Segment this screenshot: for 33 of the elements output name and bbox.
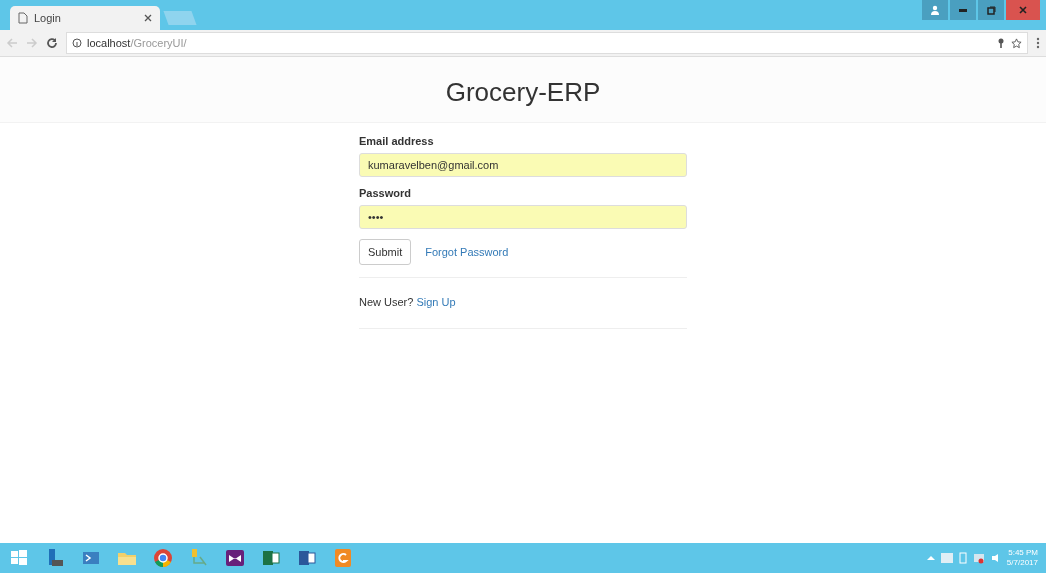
info-icon xyxy=(72,38,82,48)
app-logo-icon[interactable] xyxy=(332,547,354,569)
new-user-text: New User? Sign Up xyxy=(359,278,687,329)
person-icon xyxy=(930,5,940,15)
minimize-icon xyxy=(959,8,967,12)
restore-icon xyxy=(986,5,996,15)
profile-button[interactable] xyxy=(922,0,948,20)
password-field[interactable]: •••• xyxy=(359,205,687,229)
address-bar[interactable]: localhost/GroceryUI/ xyxy=(66,32,1028,54)
caret-icon[interactable] xyxy=(926,555,935,561)
menu-icon[interactable] xyxy=(1036,37,1040,49)
sign-up-link[interactable]: Sign Up xyxy=(416,296,456,308)
forgot-password-link[interactable]: Forgot Password xyxy=(425,246,509,258)
page-icon xyxy=(18,12,28,24)
battery-icon[interactable] xyxy=(958,552,967,564)
close-icon xyxy=(1019,6,1027,14)
field-label: Email address xyxy=(359,135,435,147)
speaker-icon[interactable] xyxy=(990,553,1001,563)
submit-button[interactable]: Submit xyxy=(359,239,412,265)
star-icon[interactable] xyxy=(1011,37,1022,49)
reload-icon[interactable] xyxy=(46,37,58,49)
infinity-logo-icon[interactable] xyxy=(224,547,246,569)
minimize-button[interactable] xyxy=(950,0,976,20)
close-icon[interactable] xyxy=(144,14,152,22)
field-label: Password xyxy=(359,187,412,199)
network-status-icon[interactable] xyxy=(972,552,985,564)
close-button[interactable] xyxy=(1006,0,1040,20)
browser-icon[interactable] xyxy=(152,547,174,569)
browser-tab[interactable]: Login xyxy=(10,6,160,30)
page-title: Grocery-ERP xyxy=(445,77,601,108)
email-field[interactable]: kumaravelben@gmail.com xyxy=(359,153,687,177)
restore-button[interactable] xyxy=(978,0,1004,20)
key-icon[interactable] xyxy=(996,38,1006,48)
